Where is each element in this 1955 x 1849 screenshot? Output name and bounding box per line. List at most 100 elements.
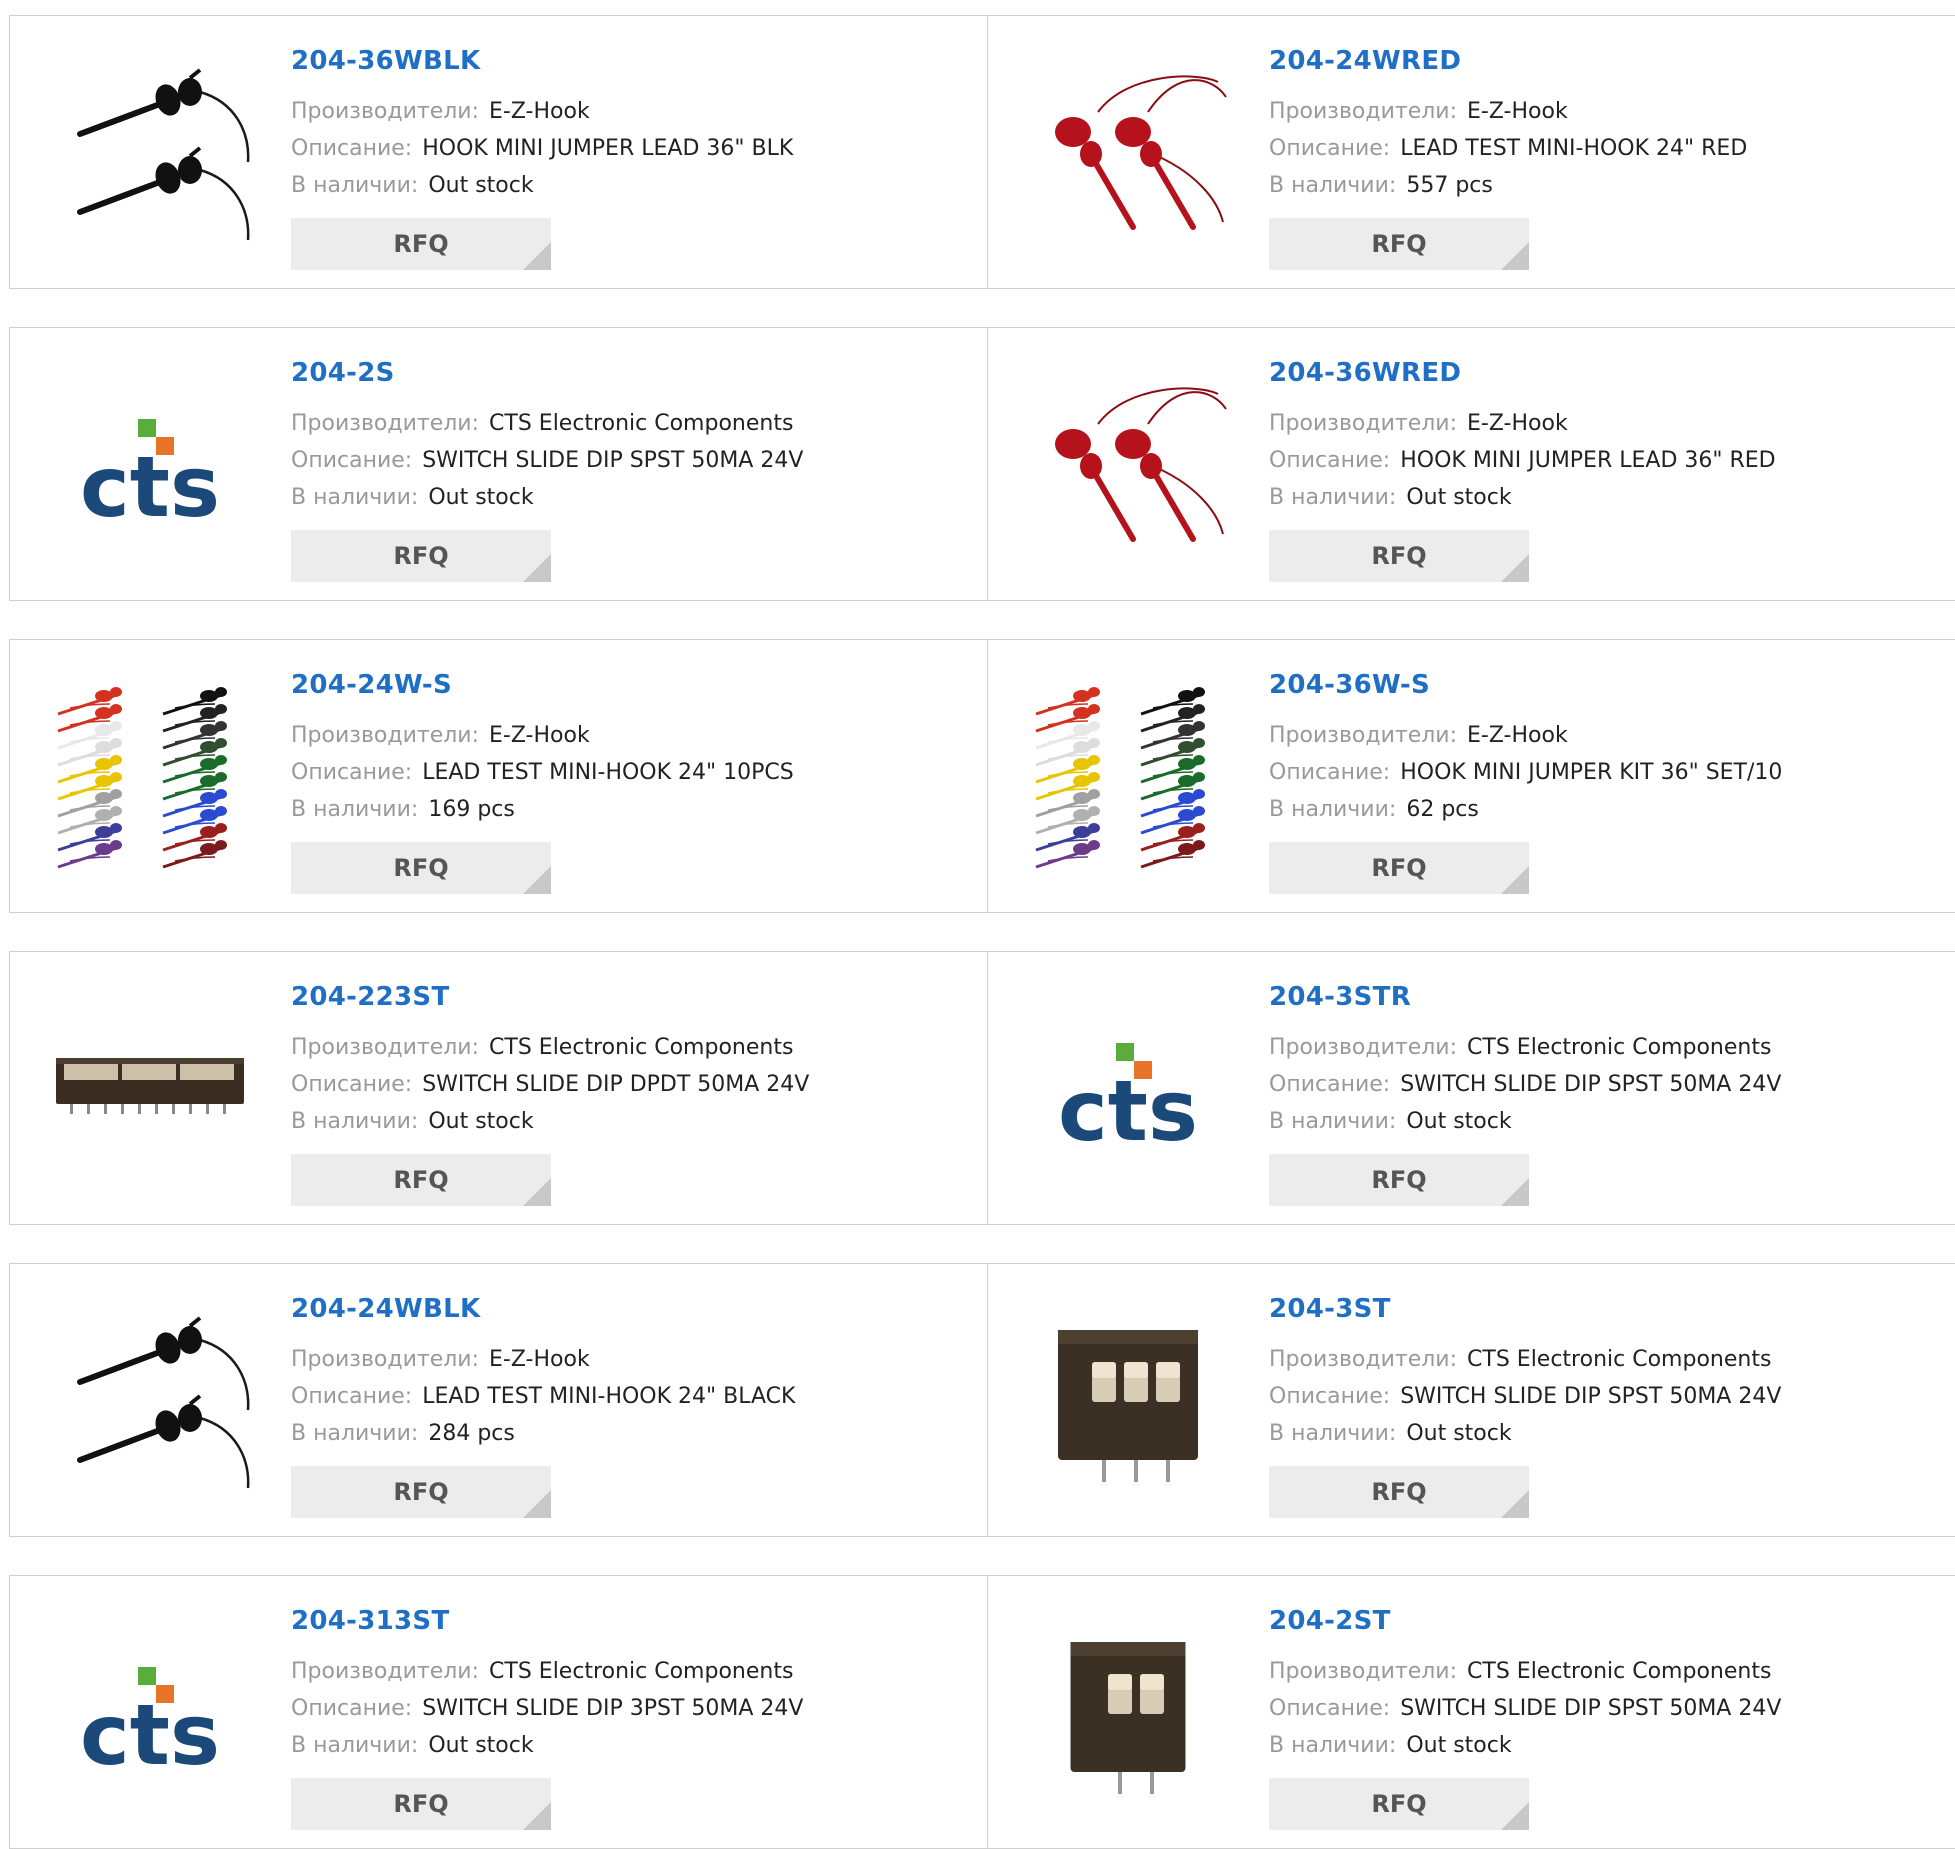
- description-label: Описание:: [1269, 760, 1391, 785]
- stock-label: В наличии:: [1269, 1733, 1397, 1758]
- rfq-corner-decoration: [1501, 866, 1529, 894]
- manufacturer-value: E-Z-Hook: [489, 1347, 590, 1372]
- rfq-button[interactable]: RFQ: [291, 1154, 551, 1206]
- stock-value: Out stock: [428, 1109, 534, 1134]
- manufacturer-line: Производители: E-Z-Hook: [291, 99, 590, 124]
- dip-switch-image[interactable]: [1028, 1300, 1228, 1500]
- part-number-link[interactable]: 204-2S: [291, 358, 395, 388]
- red-mini-hook-lead-image-graphic: [1055, 387, 1227, 542]
- rfq-button-label: RFQ: [1371, 854, 1427, 882]
- rfq-corner-decoration: [523, 554, 551, 582]
- manufacturer-label: Производители:: [1269, 99, 1458, 124]
- description-label: Описание:: [1269, 1696, 1391, 1721]
- red-mini-hook-lead-image[interactable]: [1028, 52, 1228, 252]
- red-mini-hook-lead-image[interactable]: [1028, 364, 1228, 564]
- manufacturer-line: Производители: CTS Electronic Components: [1269, 1347, 1771, 1372]
- part-number-link[interactable]: 204-3ST: [1269, 1294, 1391, 1324]
- rfq-button[interactable]: RFQ: [291, 1778, 551, 1830]
- product-grid: 204-36WBLK Производители: E-Z-Hook Описан…: [0, 0, 1955, 1849]
- manufacturer-label: Производители:: [291, 1659, 480, 1684]
- description-line: Описание: SWITCH SLIDE DIP 3PST 50MA 24V: [291, 1696, 803, 1721]
- description-label: Описание:: [1269, 1072, 1391, 1097]
- rfq-button[interactable]: RFQ: [1269, 842, 1529, 894]
- product-card: 204-24WBLK Производители: E-Z-Hook Описан…: [10, 1264, 987, 1536]
- rfq-button-label: RFQ: [1371, 1478, 1427, 1506]
- stock-value: Out stock: [428, 1733, 534, 1758]
- cts-logo-icon[interactable]: cts: [1028, 988, 1228, 1188]
- part-number-link[interactable]: 204-3STR: [1269, 982, 1411, 1012]
- part-number-link[interactable]: 204-24WRED: [1269, 46, 1461, 76]
- manufacturer-label: Производители:: [291, 411, 480, 436]
- stock-label: В наличии:: [1269, 797, 1397, 822]
- black-mini-hook-lead-image[interactable]: [50, 1300, 250, 1500]
- product-card: 204-24WRED Производители: E-Z-Hook Описан…: [987, 16, 1955, 288]
- dip-switch-image[interactable]: [1028, 1612, 1228, 1812]
- description-label: Описание:: [1269, 136, 1391, 161]
- cts-logo-icon[interactable]: cts: [50, 364, 250, 564]
- rfq-button[interactable]: RFQ: [1269, 530, 1529, 582]
- black-mini-hook-lead-image[interactable]: [50, 52, 250, 252]
- manufacturer-label: Производители:: [1269, 1659, 1458, 1684]
- rfq-button[interactable]: RFQ: [291, 218, 551, 270]
- stock-label: В наличии:: [291, 1421, 419, 1446]
- manufacturer-label: Производители:: [1269, 723, 1458, 748]
- rfq-button-label: RFQ: [1371, 542, 1427, 570]
- product-row: 204-24WBLK Производители: E-Z-Hook Описан…: [9, 1263, 1955, 1537]
- stock-value: Out stock: [428, 485, 534, 510]
- stock-line: В наличии: Out stock: [291, 485, 534, 510]
- manufacturer-label: Производители:: [291, 1035, 480, 1060]
- svg-text:cts: cts: [80, 1686, 220, 1784]
- rfq-button-label: RFQ: [393, 1166, 449, 1194]
- cts-logo-icon[interactable]: cts: [50, 1612, 250, 1812]
- manufacturer-value: CTS Electronic Components: [1467, 1035, 1772, 1060]
- rfq-button[interactable]: RFQ: [1269, 1154, 1529, 1206]
- product-card: cts 204-3STR Производители: CTS Electroni…: [987, 952, 1955, 1224]
- stock-value: 169 pcs: [428, 797, 515, 822]
- stock-label: В наличии:: [291, 1109, 419, 1134]
- part-number-link[interactable]: 204-24WBLK: [291, 1294, 480, 1324]
- part-number-link[interactable]: 204-36WBLK: [291, 46, 480, 76]
- rfq-button[interactable]: RFQ: [291, 842, 551, 894]
- part-number-link[interactable]: 204-223ST: [291, 982, 450, 1012]
- rfq-button-label: RFQ: [1371, 230, 1427, 258]
- stock-value: Out stock: [1406, 1421, 1512, 1446]
- description-line: Описание: LEAD TEST MINI-HOOK 24" BLACK: [291, 1384, 795, 1409]
- stock-line: В наличии: Out stock: [291, 173, 534, 198]
- part-number-link[interactable]: 204-36W-S: [1269, 670, 1430, 700]
- description-line: Описание: SWITCH SLIDE DIP SPST 50MA 24V: [291, 448, 803, 473]
- product-card: cts 204-313ST Производители: CTS Electron…: [10, 1576, 987, 1848]
- svg-text:cts: cts: [80, 438, 220, 536]
- rfq-corner-decoration: [1501, 242, 1529, 270]
- description-line: Описание: SWITCH SLIDE DIP DPDT 50MA 24V: [291, 1072, 809, 1097]
- description-line: Описание: HOOK MINI JUMPER LEAD 36" RED: [1269, 448, 1776, 473]
- rfq-button[interactable]: RFQ: [1269, 1466, 1529, 1518]
- rfq-corner-decoration: [523, 1802, 551, 1830]
- cts-logo-icon-graphic: cts: [80, 419, 220, 536]
- svg-text:cts: cts: [1058, 1062, 1198, 1160]
- rfq-button[interactable]: RFQ: [1269, 218, 1529, 270]
- dip-switch-image[interactable]: [50, 988, 250, 1188]
- red-mini-hook-lead-image-graphic: [1055, 75, 1227, 230]
- description-line: Описание: HOOK MINI JUMPER LEAD 36" BLK: [291, 136, 793, 161]
- multicolor-hook-kit-image[interactable]: [1028, 676, 1228, 876]
- manufacturer-value: E-Z-Hook: [1467, 723, 1568, 748]
- rfq-button[interactable]: RFQ: [291, 1466, 551, 1518]
- stock-value: 284 pcs: [428, 1421, 515, 1446]
- rfq-button[interactable]: RFQ: [1269, 1778, 1529, 1830]
- rfq-button-label: RFQ: [393, 1478, 449, 1506]
- part-number-link[interactable]: 204-24W-S: [291, 670, 452, 700]
- rfq-button-label: RFQ: [393, 542, 449, 570]
- part-number-link[interactable]: 204-2ST: [1269, 1606, 1391, 1636]
- product-card: 204-36W-S Производители: E-Z-Hook Описани…: [987, 640, 1955, 912]
- rfq-button[interactable]: RFQ: [291, 530, 551, 582]
- manufacturer-line: Производители: CTS Electronic Components: [1269, 1659, 1771, 1684]
- rfq-button-label: RFQ: [1371, 1166, 1427, 1194]
- part-number-link[interactable]: 204-313ST: [291, 1606, 450, 1636]
- stock-label: В наличии:: [291, 173, 419, 198]
- manufacturer-label: Производители:: [1269, 411, 1458, 436]
- manufacturer-value: CTS Electronic Components: [489, 1035, 794, 1060]
- manufacturer-line: Производители: CTS Electronic Components: [1269, 1035, 1771, 1060]
- description-label: Описание:: [291, 1384, 413, 1409]
- part-number-link[interactable]: 204-36WRED: [1269, 358, 1461, 388]
- multicolor-hook-kit-image[interactable]: [50, 676, 250, 876]
